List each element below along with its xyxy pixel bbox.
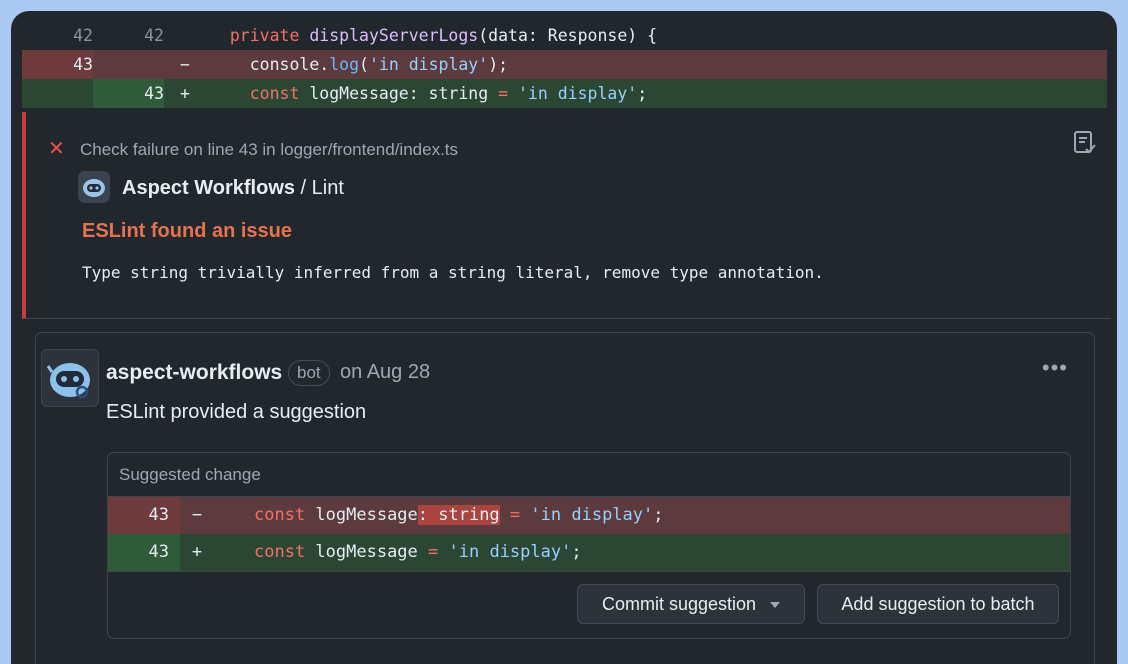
code-token: 'in display' — [448, 542, 572, 562]
code-token: ; — [571, 542, 582, 562]
commit-suggestion-button[interactable]: Commit suggestion — [577, 584, 805, 624]
title-separator: / — [295, 177, 312, 199]
pr-review-panel: 42 42 private displayServerLogs(data: Re… — [11, 11, 1117, 664]
suggested-change-header: Suggested change — [108, 453, 1070, 497]
code-token: const — [254, 542, 306, 562]
line-number: 43 — [108, 497, 180, 534]
code-token: displayServerLogs — [309, 26, 479, 45]
code-token: logMessage — [305, 505, 418, 525]
code-token: 'in display' — [368, 55, 489, 74]
code-token: = — [498, 84, 509, 103]
new-line-number[interactable]: 43 — [93, 79, 164, 108]
code-token: const — [249, 84, 300, 103]
code-token: (data: Response) { — [478, 26, 658, 45]
code-token: logMessage: string — [299, 84, 499, 103]
old-line-number[interactable]: 43 — [22, 50, 93, 79]
add-to-batch-button[interactable]: Add suggestion to batch — [817, 584, 1059, 624]
code-token: ); — [488, 55, 509, 74]
app-avatar[interactable] — [78, 171, 110, 203]
check-annotation: ✕ Check failure on line 43 in logger/fro… — [22, 112, 1111, 319]
code-content: private displayServerLogs(data: Response… — [210, 21, 657, 50]
code-token: 'in display' — [517, 84, 638, 103]
code-token: : string — [417, 505, 500, 525]
diff-line-context: 42 42 private displayServerLogs(data: Re… — [22, 21, 1107, 50]
more-options-icon[interactable]: ••• — [1042, 355, 1068, 381]
suggestion-line-added: 43 + const logMessage = 'in display'; — [108, 534, 1070, 571]
issue-message: Type string trivially inferred from a st… — [82, 263, 824, 282]
line-number: 43 — [108, 534, 180, 571]
code-token: logMessage — [305, 542, 429, 562]
code-token: 'in display' — [530, 505, 654, 525]
code-content: const logMessage = 'in display'; — [254, 534, 582, 571]
comment-author[interactable]: aspect-workflows — [106, 361, 282, 385]
code-token: = — [509, 505, 521, 525]
suggestion-line-deleted: 43 − const logMessage: string = 'in disp… — [108, 497, 1070, 534]
code-token: const — [254, 505, 306, 525]
chevron-down-icon[interactable] — [770, 602, 781, 609]
old-line-number[interactable]: 42 — [22, 21, 93, 50]
x-icon: ✕ — [48, 138, 65, 160]
code-token: ; — [653, 505, 664, 525]
code-token: console. — [210, 55, 330, 74]
code-token: log — [329, 55, 360, 74]
diff-sign: − — [180, 55, 190, 74]
code-token: ; — [637, 84, 648, 103]
avatar[interactable] — [41, 349, 99, 407]
issue-title: ESLint found an issue — [82, 220, 293, 242]
code-content: const logMessage: string = 'in display'; — [254, 497, 664, 534]
code-token: = — [428, 542, 439, 562]
file-check-icon[interactable] — [1073, 130, 1097, 161]
comment-date[interactable]: on Aug 28 — [340, 361, 430, 384]
code-token: ( — [359, 55, 369, 74]
app-name[interactable]: Aspect Workflows — [122, 177, 295, 199]
commit-suggestion-label: Commit suggestion — [601, 594, 757, 614]
code-token: private — [229, 26, 300, 45]
suggestion-actions: Commit suggestion Add suggestion to batc… — [108, 571, 1070, 638]
diff-sign: + — [191, 542, 203, 562]
review-comment: aspect-workflows bot on Aug 28 ••• ESLin… — [35, 332, 1095, 664]
code-content: const logMessage: string = 'in display'; — [210, 79, 647, 108]
diff-view: 42 42 private displayServerLogs(data: Re… — [22, 21, 1107, 108]
code-content: console.log('in display'); — [210, 50, 508, 79]
suggested-change: Suggested change 43 − const logMessage: … — [107, 452, 1071, 639]
bot-badge: bot — [288, 360, 330, 386]
check-name[interactable]: Lint — [312, 177, 344, 199]
diff-line-deleted: 43 − console.log('in display'); — [22, 50, 1107, 79]
check-failure-text: Check failure on line 43 in logger/front… — [80, 140, 459, 159]
check-app-title[interactable]: Aspect Workflows / Lint — [122, 177, 344, 200]
diff-sign: + — [180, 84, 190, 103]
comment-body: ESLint provided a suggestion — [106, 401, 367, 423]
new-line-number[interactable]: 42 — [93, 21, 164, 50]
diff-sign: − — [191, 505, 203, 525]
diff-line-added: 43 + const logMessage: string = 'in disp… — [22, 79, 1107, 108]
